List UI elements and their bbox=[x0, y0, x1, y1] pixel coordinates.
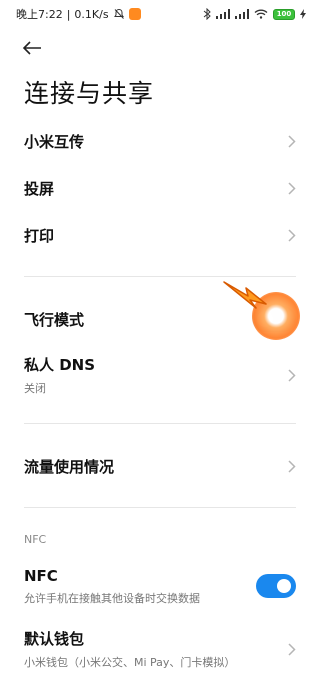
battery-icon: 100 bbox=[273, 8, 295, 20]
private-dns-row[interactable]: 私人 DNS 关闭 bbox=[0, 355, 320, 395]
private-dns-value: 关闭 bbox=[24, 382, 46, 395]
cast-label: 投屏 bbox=[24, 179, 55, 198]
default-wallet-label: 默认钱包 bbox=[24, 630, 85, 648]
default-wallet-value: 小米钱包（小米公交、Mi Pay、门卡模拟） bbox=[24, 656, 236, 669]
status-separator: | bbox=[66, 7, 71, 21]
charging-icon bbox=[300, 9, 306, 19]
page-title: 连接与共享 bbox=[24, 79, 155, 108]
status-left: 晚上7:22 | 0.1K/s bbox=[16, 6, 141, 22]
chevron-right-icon bbox=[288, 228, 296, 242]
chevron-right-icon bbox=[288, 459, 296, 473]
back-arrow-icon bbox=[22, 41, 41, 55]
pointer-arrow-icon bbox=[223, 281, 267, 309]
signal-icon-2 bbox=[235, 9, 249, 19]
signal-icon bbox=[216, 9, 230, 19]
mi-share-row[interactable]: 小米互传 bbox=[0, 125, 320, 157]
wifi-icon bbox=[254, 9, 268, 19]
airplane-mode-label: 飞行模式 bbox=[24, 310, 85, 329]
divider bbox=[24, 423, 296, 424]
chevron-right-icon bbox=[288, 134, 296, 148]
status-bar: 晚上7:22 | 0.1K/s 100 bbox=[0, 0, 320, 28]
data-usage-row[interactable]: 流量使用情况 bbox=[0, 450, 320, 482]
nfc-toggle[interactable] bbox=[256, 574, 296, 598]
toggle-knob bbox=[277, 579, 291, 593]
print-row[interactable]: 打印 bbox=[0, 219, 320, 251]
mi-share-label: 小米互传 bbox=[24, 132, 85, 151]
divider bbox=[24, 507, 296, 508]
cast-row[interactable]: 投屏 bbox=[0, 172, 320, 204]
private-dns-label: 私人 DNS bbox=[24, 356, 96, 374]
bell-muted-icon bbox=[113, 8, 125, 20]
nfc-row[interactable]: NFC 允许手机在接触其他设备时交换数据 bbox=[0, 566, 320, 606]
network-speed: 0.1K/s bbox=[74, 7, 109, 21]
status-time: 晚上7:22 bbox=[16, 8, 63, 21]
bluetooth-icon bbox=[203, 8, 211, 20]
back-button[interactable] bbox=[18, 34, 46, 62]
chevron-right-icon bbox=[288, 642, 296, 656]
section-header-nfc: NFC bbox=[24, 533, 47, 546]
chevron-right-icon bbox=[288, 368, 296, 382]
app-notification-icon bbox=[128, 8, 141, 20]
status-right: 100 bbox=[203, 8, 306, 20]
nfc-description: 允许手机在接触其他设备时交换数据 bbox=[24, 591, 200, 605]
data-usage-label: 流量使用情况 bbox=[24, 457, 115, 476]
print-label: 打印 bbox=[24, 226, 55, 245]
nfc-label: NFC bbox=[24, 566, 58, 585]
chevron-right-icon bbox=[288, 181, 296, 195]
default-wallet-row[interactable]: 默认钱包 小米钱包（小米公交、Mi Pay、门卡模拟） bbox=[0, 629, 320, 669]
